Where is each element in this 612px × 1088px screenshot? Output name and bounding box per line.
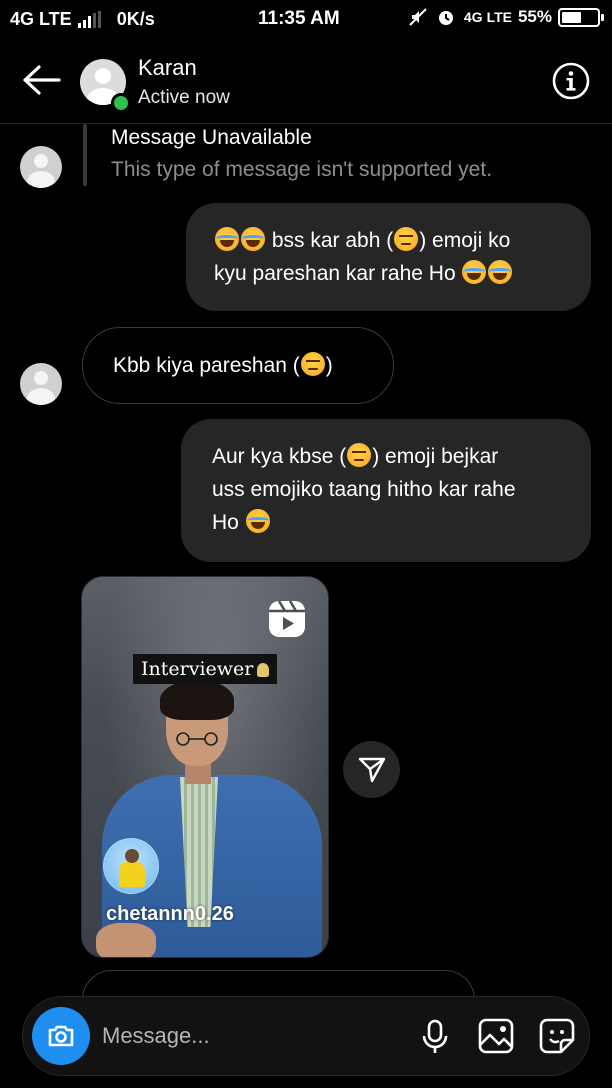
message-line: Aur kya kbse ( ) emoji bejkar: [212, 440, 560, 473]
laughing-emoji-icon: [241, 227, 265, 251]
unavailable-title: Message Unavailable: [111, 126, 312, 149]
status-right: 4G LTE 55%: [408, 7, 604, 27]
data-speed: 0K/s: [116, 9, 155, 29]
laughing-emoji-icon: [245, 509, 270, 533]
message-line: bss kar abh ( ) emoji ko: [214, 224, 563, 257]
message-text: Kbb kiya pareshan (: [113, 354, 300, 377]
alarm-icon: [438, 11, 453, 25]
reel-overlay-label: Interviewer: [133, 654, 278, 684]
person-emoji-icon: [257, 663, 270, 677]
reel-person-hand: [96, 923, 156, 957]
message-text: bss kar abh (: [271, 229, 394, 252]
battery-fill: [562, 11, 581, 23]
unamused-emoji-icon: [347, 443, 372, 467]
message-line: kyu pareshan kar rahe Ho: [214, 257, 563, 290]
mute-icon: [409, 8, 427, 26]
status-left: 4G LTE 0K/s: [10, 9, 155, 30]
unamused-emoji-icon: [394, 227, 419, 251]
message-input[interactable]: [102, 1019, 402, 1053]
sender-avatar[interactable]: [20, 363, 62, 405]
network-type-top: 4G: [463, 9, 483, 25]
reel-author-avatar[interactable]: [103, 838, 159, 894]
sticker-icon[interactable]: [537, 1016, 577, 1056]
contact-status: Active now: [138, 87, 230, 108]
back-arrow-icon: [23, 65, 61, 95]
microphone-icon[interactable]: [415, 1016, 455, 1056]
reel-overlay-text: Interviewer: [141, 658, 254, 680]
message-text: Ho: [212, 511, 239, 534]
laughing-emoji-icon: [215, 227, 239, 251]
unamused-emoji-icon: [300, 352, 325, 376]
gallery-icon[interactable]: [476, 1016, 516, 1056]
battery-percent: 55%: [517, 7, 552, 26]
message-text: ) emoji ko: [419, 229, 511, 252]
message-text: ): [325, 354, 333, 377]
unavailable-text: This type of message isn't supported yet…: [111, 158, 493, 181]
reels-icon: [269, 600, 305, 637]
back-button[interactable]: [18, 60, 64, 100]
laughing-emoji-icon: [462, 260, 487, 284]
network-type-bottom: LTE: [486, 9, 512, 25]
chat-header: Karan Active now: [0, 40, 612, 124]
sender-avatar[interactable]: [20, 146, 62, 188]
reply-bar: [83, 124, 87, 186]
reel-person-hair: [160, 680, 234, 720]
message-bubble-outgoing[interactable]: bss kar abh ( ) emoji ko kyu pareshan kar…: [186, 203, 591, 311]
network-label: 4G LTE: [10, 9, 72, 29]
status-bar: 4G LTE 0K/s 11:35 AM 4G LTE 55%: [0, 0, 612, 40]
message-line: uss emojiko taang hitho kar rahe: [212, 478, 516, 501]
signal-icon: [77, 10, 101, 28]
contact-name[interactable]: Karan: [138, 55, 197, 81]
info-button[interactable]: [551, 61, 591, 101]
clock: 11:35 AM: [258, 8, 340, 29]
camera-button[interactable]: [32, 1007, 90, 1065]
message-text: Aur kya kbse (: [212, 445, 347, 468]
camera-icon: [48, 1025, 74, 1047]
share-button[interactable]: [343, 741, 400, 798]
reel-username[interactable]: chetannn0.26: [106, 903, 234, 926]
reel-person-glasses: [176, 732, 218, 746]
battery-icon: [558, 7, 604, 27]
message-line: Ho: [212, 506, 560, 539]
info-icon: [552, 62, 590, 100]
shared-reel[interactable]: Interviewer chetannn0.26: [81, 576, 329, 958]
message-bubble-outgoing[interactable]: Aur kya kbse ( ) emoji bejkar uss emojiko…: [181, 419, 591, 562]
message-text: ) emoji bejkar: [372, 445, 499, 468]
active-indicator: [111, 93, 131, 113]
send-icon: [358, 757, 385, 782]
message-text: kyu pareshan kar rahe Ho: [214, 262, 456, 285]
message-bubble-incoming[interactable]: Kbb kiya pareshan (): [82, 327, 394, 404]
laughing-emoji-icon: [488, 260, 513, 284]
